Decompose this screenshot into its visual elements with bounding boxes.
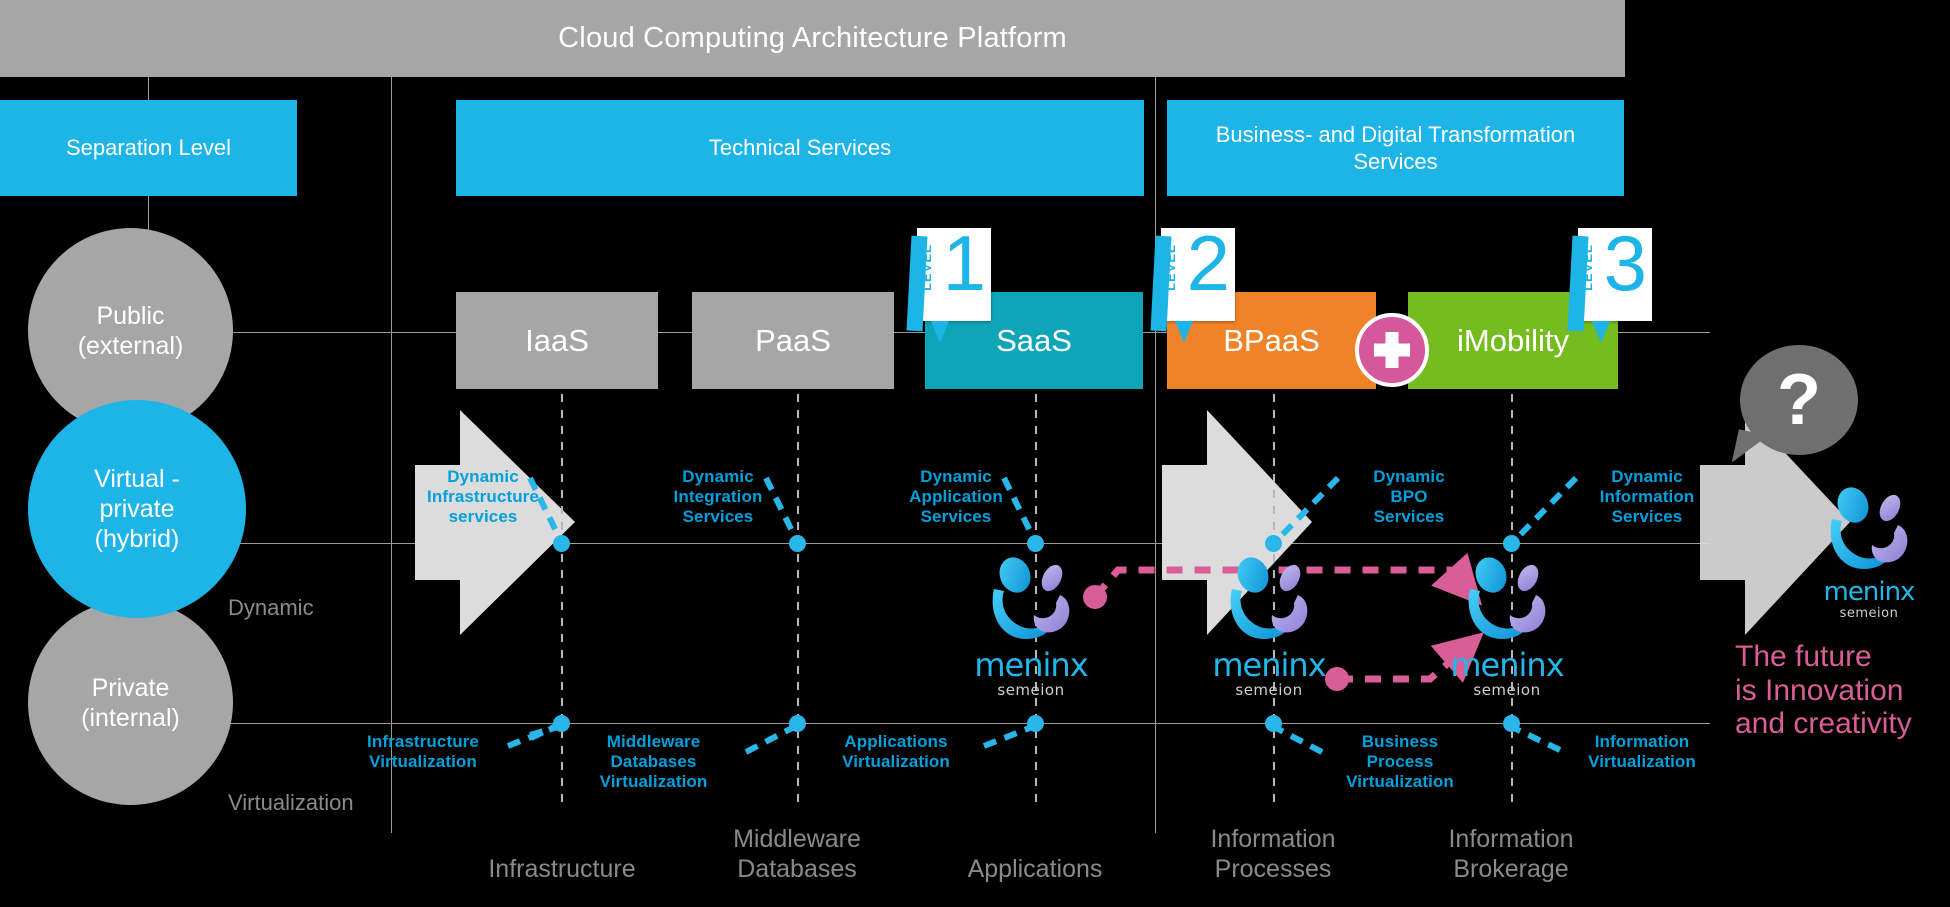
label-line: Middleware <box>606 732 701 751</box>
label-line: Middleware <box>733 825 861 853</box>
meninx-wordmark: meninx <box>974 646 1088 684</box>
label-information-virtualization: Information Virtualization <box>1557 732 1727 772</box>
label-line: BPO <box>1390 487 1428 507</box>
column-label-information-brokerage: Information Brokerage <box>1396 825 1626 884</box>
label-line: Integration <box>673 487 763 507</box>
label-line: Business <box>1361 732 1439 751</box>
meninx-wordmark: meninx <box>1212 646 1326 684</box>
label-line: Infrastructure <box>488 855 636 883</box>
meninx-glyph-icon <box>1818 485 1920 577</box>
label-dynamic-bpo-services: Dynamic BPO Services <box>1334 467 1484 527</box>
column-label-applications: Applications <box>920 855 1150 885</box>
node-dot-process-dynamic[interactable] <box>1265 535 1282 552</box>
meninx-subtitle: semeion <box>997 681 1065 699</box>
meninx-glyph-icon <box>1218 555 1320 647</box>
label-line: Databases <box>610 752 697 772</box>
plus-icon <box>1355 313 1429 387</box>
label-applications-virtualization: Applications Virtualization <box>806 732 986 772</box>
level-badge-3[interactable]: LEVEL 3 <box>1567 224 1652 343</box>
meninx-logo-future: meninx semeion <box>1808 485 1930 620</box>
label-line: Infrastructure <box>367 732 479 751</box>
meninx-glyph-icon <box>980 555 1082 647</box>
label-dynamic-information-services: Dynamic Information Services <box>1572 467 1722 527</box>
label-line: Processes <box>1214 854 1332 883</box>
level-badge-1-number: 1 <box>942 219 986 307</box>
meninx-glyph-icon <box>1456 555 1558 647</box>
label-line: Information <box>1448 825 1574 853</box>
question-mark-glyph: ? <box>1777 360 1821 440</box>
level-badge-3-number: 3 <box>1603 219 1647 307</box>
meninx-logo-applications: meninx semeion <box>970 555 1092 698</box>
label-line: Virtualization <box>842 752 950 772</box>
node-dot-app-dynamic[interactable] <box>1027 535 1044 552</box>
label-line: Services <box>1373 507 1445 527</box>
level-badge-2-number: 2 <box>1186 219 1230 307</box>
column-label-infrastructure: Infrastructure <box>442 855 682 885</box>
level-badge-3-caption: LEVEL <box>1580 244 1595 291</box>
label-line: Virtualization <box>599 772 708 792</box>
label-line: Dynamic <box>1611 467 1683 486</box>
label-line: Information <box>1210 825 1336 853</box>
label-line: Application <box>909 487 1003 507</box>
label-line: Applications <box>967 855 1103 883</box>
label-line: Information <box>1594 732 1690 751</box>
label-line: Process <box>1366 752 1434 772</box>
label-line: Dynamic <box>1373 467 1445 486</box>
label-line: Services <box>1611 507 1683 527</box>
level-badge-2-tail <box>1175 321 1193 343</box>
meninx-wordmark: meninx <box>1823 577 1916 607</box>
meninx-logo-brokerage: meninx semeion <box>1446 555 1568 698</box>
tagline-line: is Innovation <box>1735 673 1904 707</box>
label-line: Services <box>920 507 992 527</box>
level-badge-2[interactable]: LEVEL 2 <box>1150 224 1235 343</box>
node-dot-process-virt[interactable] <box>1265 715 1282 732</box>
label-infrastructure-virtualization: Infrastructure Virtualization <box>333 732 513 772</box>
label-line: Dynamic <box>920 467 992 486</box>
meninx-logo-processes: meninx semeion <box>1208 555 1330 698</box>
label-middleware-databases-virtualization: Middleware Databases Virtualization <box>561 732 746 792</box>
tagline-line: The future <box>1735 640 1872 673</box>
label-line: Dynamic <box>682 467 754 486</box>
diagram-canvas: Cloud Computing Architecture Platform Se… <box>0 0 1950 907</box>
label-line: services <box>448 507 518 527</box>
node-dot-app-virt[interactable] <box>1027 715 1044 732</box>
tagline-line: and creativity <box>1735 707 1912 741</box>
node-dot-broker-virt[interactable] <box>1503 715 1520 732</box>
meninx-subtitle: semeion <box>1473 681 1541 699</box>
label-line: Virtualization <box>1588 752 1696 772</box>
label-line: Applications <box>844 732 948 751</box>
node-dot-broker-dynamic[interactable] <box>1503 535 1520 552</box>
column-label-middleware-databases: Middleware Databases <box>682 825 912 884</box>
label-line: Databases <box>737 854 857 883</box>
level-badge-1[interactable]: LEVEL 1 <box>906 224 991 343</box>
label-line: Infrastructure <box>427 487 539 507</box>
meninx-subtitle: semeion <box>1839 606 1899 621</box>
label-dynamic-application-services: Dynamic Application Services <box>881 467 1031 527</box>
node-dot-middleware-dynamic[interactable] <box>789 535 806 552</box>
label-business-process-virtualization: Business Process Virtualization <box>1320 732 1480 792</box>
column-label-information-processes: Information Processes <box>1158 825 1388 884</box>
question-mark-icon: ? <box>1740 345 1858 455</box>
node-dot-infra-virt[interactable] <box>553 715 570 732</box>
meninx-wordmark: meninx <box>1450 646 1564 684</box>
node-dot-middleware-virt[interactable] <box>789 715 806 732</box>
level-badge-2-caption: LEVEL <box>1163 244 1178 291</box>
label-line: Virtualization <box>369 752 477 772</box>
level-badge-1-caption: LEVEL <box>919 244 934 291</box>
label-line: Information <box>1599 487 1695 507</box>
meninx-subtitle: semeion <box>1235 681 1303 699</box>
label-dynamic-infrastructure-services: Dynamic Infrastructure services <box>408 467 558 527</box>
level-badge-1-tail <box>931 321 949 343</box>
separation-circle-virtual[interactable]: Virtual - private (hybrid) <box>28 400 246 618</box>
level-badge-3-tail <box>1592 321 1610 343</box>
node-dot-infra-dynamic[interactable] <box>553 535 570 552</box>
label-line: Brokerage <box>1453 854 1569 883</box>
label-line: Virtualization <box>1346 772 1454 792</box>
label-dynamic-integration-services: Dynamic Integration Services <box>643 467 793 527</box>
separation-circle-virtual-label: Virtual - private (hybrid) <box>94 465 180 553</box>
label-line: Services <box>682 507 754 527</box>
tagline: The future is Innovation and creativity <box>1735 640 1950 741</box>
label-line: Dynamic <box>447 467 519 486</box>
